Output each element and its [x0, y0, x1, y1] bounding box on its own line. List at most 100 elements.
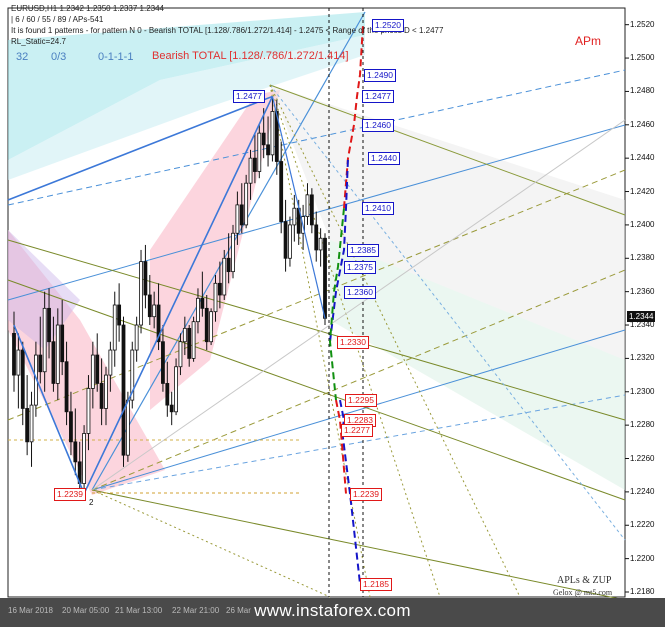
candle-body: [152, 304, 157, 318]
x-tick-label: 21 Mar 13:00: [115, 606, 163, 615]
level-label: 1.2477: [362, 90, 394, 104]
candle-body: [323, 237, 327, 319]
y-tick-label: 1.2280: [630, 420, 655, 430]
y-tick-label: 1.2300: [630, 386, 655, 396]
stat-1: 32: [16, 51, 29, 63]
candle-body: [38, 354, 43, 373]
candle-body: [257, 132, 262, 172]
candle-body: [217, 282, 222, 296]
candle-body: [288, 224, 292, 259]
y-tick-label: 1.2480: [630, 86, 655, 96]
candle-body: [279, 161, 284, 222]
level-label: 1.2490: [364, 68, 396, 82]
candle-body: [309, 194, 314, 226]
candle-body: [86, 388, 91, 434]
x-tick-label: 20 Mar 05:00: [62, 606, 110, 615]
candle-body: [42, 307, 47, 373]
low-point-label: 1.2239: [54, 487, 86, 501]
candle-body: [178, 341, 183, 368]
pattern-label: Bearish TOTAL [1.128/.786/1.272/1.414]: [152, 50, 349, 62]
candle-body: [239, 204, 244, 226]
candle-body: [125, 399, 130, 456]
candle-body: [318, 237, 323, 251]
candle-body: [82, 433, 86, 484]
candle-body: [213, 282, 218, 313]
y-tick-label: 1.2240: [630, 486, 655, 496]
level-label: 1.2410: [362, 202, 394, 216]
candle-body: [222, 257, 227, 296]
candle-body: [47, 307, 51, 343]
brand-label: APLs & ZUP: [557, 575, 612, 586]
candle-body: [121, 324, 126, 456]
candle-body: [55, 324, 60, 384]
candle-body: [25, 408, 30, 443]
candle-body: [20, 349, 25, 409]
candle-body: [248, 157, 253, 184]
y-tick-label: 1.2400: [630, 219, 655, 229]
x-tick-label: 22 Mar 21:00: [172, 606, 220, 615]
candle-body: [261, 132, 266, 146]
candle-body: [283, 221, 288, 259]
level-label: 1.2330: [337, 335, 369, 349]
level-label: 1.2460: [362, 118, 394, 132]
candle-body: [266, 144, 270, 156]
candle-body: [182, 327, 187, 343]
level-label: 1.2520: [372, 18, 404, 32]
price-chart[interactable]: [0, 0, 665, 627]
candle-body: [191, 321, 196, 359]
candle-body: [90, 354, 95, 389]
level-label: 1.2360: [344, 285, 376, 299]
candle-body: [51, 341, 56, 384]
candle-body: [200, 297, 205, 309]
candle-body: [165, 383, 170, 406]
x-tick-label: 26 Mar: [226, 606, 251, 615]
y-tick-label: 1.2520: [630, 19, 655, 29]
candle-body: [29, 404, 34, 443]
candle-body: [305, 194, 310, 217]
candle-body: [104, 374, 108, 409]
candle-body: [64, 361, 69, 413]
level-label: 1.2185: [360, 577, 392, 591]
header-line-2: | 6 / 60 / 55 / 89 / APs-541: [11, 15, 104, 24]
y-tick-label: 1.2360: [630, 286, 655, 296]
y-tick-label: 1.2220: [630, 520, 655, 530]
y-tick-label: 1.2320: [630, 353, 655, 363]
y-tick-label: 1.2180: [630, 586, 655, 596]
level-label: 1.2239: [350, 487, 382, 501]
candle-body: [231, 232, 235, 273]
y-tick-label: 1.2340: [630, 320, 655, 330]
candle-body: [99, 383, 104, 409]
chart-frame: EURUSD,H1 1.2342 1.2350 1.2337 1.2344 | …: [0, 0, 665, 627]
candle-body: [169, 404, 174, 413]
candle-body: [209, 311, 214, 343]
header-line-4: RL_Static=24.7: [11, 37, 66, 46]
y-tick-label: 1.2380: [630, 253, 655, 263]
y-tick-label: 1.2420: [630, 186, 655, 196]
candle-body: [253, 157, 257, 172]
candle-body: [226, 257, 231, 273]
candle-body: [16, 349, 21, 376]
candle-body: [196, 297, 200, 323]
candle-body: [60, 324, 65, 363]
stat-3: 0-1-1-1: [98, 51, 134, 63]
high-point-label: 1.2477: [233, 90, 265, 104]
point-2-label: 2: [89, 497, 94, 507]
candle-body: [134, 324, 139, 351]
level-label: 1.2277: [341, 424, 373, 438]
candle-body: [73, 441, 78, 463]
candle-body: [314, 224, 319, 251]
apm-label: APm: [575, 34, 602, 48]
candle-body: [174, 366, 178, 413]
candle-body: [147, 294, 152, 318]
candle-body: [69, 411, 73, 443]
stat-2: 0/3: [51, 51, 67, 63]
x-tick-label: 16 Mar 2018: [8, 606, 53, 615]
y-tick-label: 1.2200: [630, 553, 655, 563]
candle-body: [139, 261, 143, 326]
level-label: 1.2375: [344, 260, 376, 274]
y-tick-label: 1.2440: [630, 153, 655, 163]
y-tick-label: 1.2500: [630, 53, 655, 63]
candle-body: [204, 307, 209, 343]
candle-body: [112, 304, 117, 351]
header-line-1: EURUSD,H1 1.2342 1.2350 1.2337 1.2344: [11, 4, 164, 13]
